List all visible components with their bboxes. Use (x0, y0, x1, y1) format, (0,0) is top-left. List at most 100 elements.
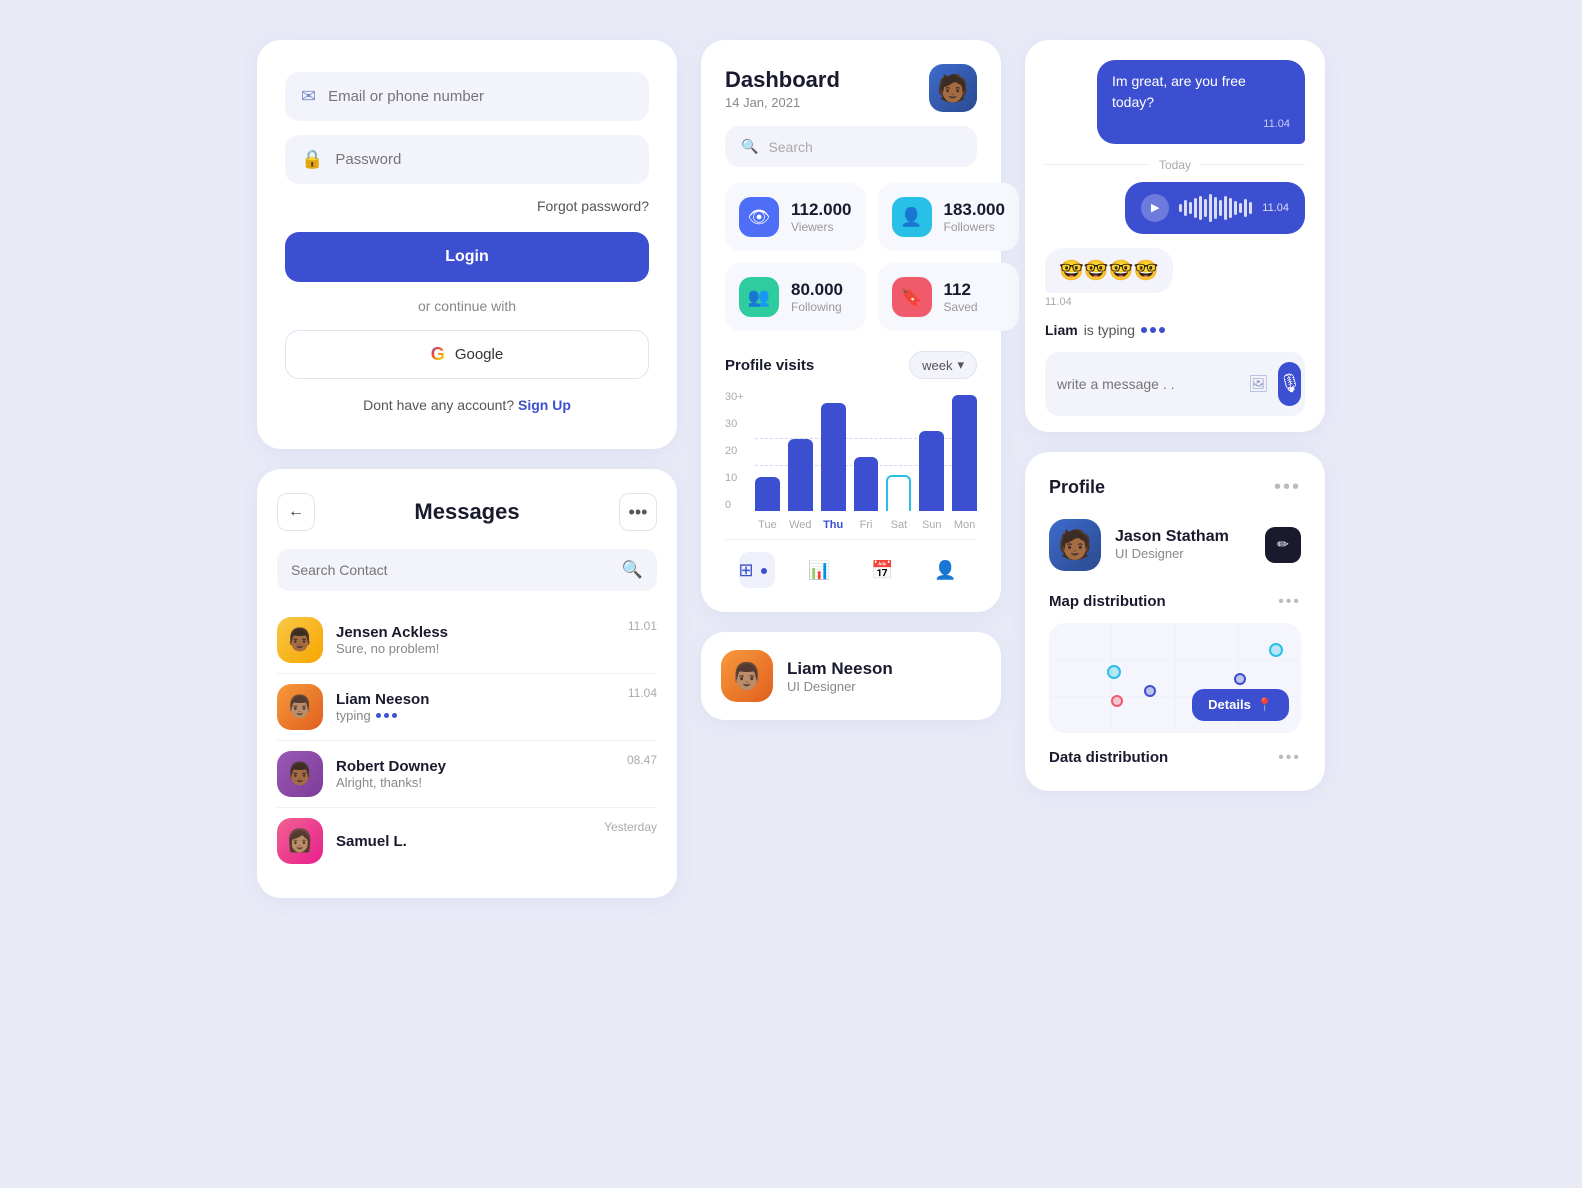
liam-role: UI Designer (787, 679, 893, 694)
week-selector[interactable]: week ▾ (909, 351, 977, 379)
voice-bubble: ▶ (1125, 182, 1305, 234)
chat-input[interactable] (1057, 376, 1238, 392)
x-axis-labels: Tue Wed Thu Fri Sat Sun Mon (755, 519, 977, 531)
y-axis-labels: 30+ 30 20 10 0 (725, 391, 744, 511)
image-button[interactable]: 🖼 (1248, 366, 1268, 402)
x-label-wed: Wed (788, 519, 813, 531)
edit-profile-button[interactable]: ✏ (1265, 527, 1301, 563)
profile-header: Profile ••• (1049, 476, 1301, 499)
dashboard-date: 14 Jan, 2021 (725, 95, 840, 110)
nav-user[interactable]: 👤 (928, 552, 964, 588)
waveform (1179, 194, 1252, 222)
play-button[interactable]: ▶ (1141, 194, 1169, 222)
login-button[interactable]: Login (285, 232, 649, 282)
profile-user: 🧑🏾 Jason Statham UI Designer ✏ (1049, 519, 1301, 571)
contact-name-liam: Liam Neeson (336, 691, 615, 708)
bar-fri-fill (854, 457, 879, 511)
chat-card: Im great, are you free today? 11.04 Toda… (1025, 40, 1325, 432)
bar-mon-fill (952, 395, 977, 511)
signup-link[interactable]: Sign Up (518, 397, 571, 413)
search-contact-bar[interactable]: 🔍 (277, 549, 657, 591)
followers-icon: 👤 (892, 197, 932, 237)
profile-user-info: Jason Statham UI Designer (1115, 528, 1251, 561)
profile-card: Profile ••• 🧑🏾 Jason Statham UI Designer… (1025, 452, 1325, 791)
followers-info: 183.000 Followers (944, 200, 1005, 234)
contact-time-robert: 08.47 (627, 751, 657, 767)
contact-avatar-jensen: 👨🏾 (277, 617, 323, 663)
nav-grid[interactable]: ⊞ (739, 552, 775, 588)
contact-samuel[interactable]: 👩🏽 Samuel L. Yesterday (277, 808, 657, 874)
bar-sat-fill (886, 475, 911, 511)
map-more-button[interactable]: ••• (1278, 593, 1301, 611)
followers-number: 183.000 (944, 200, 1005, 220)
email-field-row[interactable]: ✉ (285, 72, 649, 121)
bubble-sent-1-text: Im great, are you free today? (1112, 73, 1246, 110)
bar-sat (886, 475, 911, 511)
contact-robert[interactable]: 👨🏾 Robert Downey Alright, thanks! 08.47 (277, 741, 657, 808)
viewers-number: 112.000 (791, 200, 852, 220)
msg-voice: ▶ (1045, 182, 1305, 234)
email-input[interactable] (328, 88, 633, 105)
contact-time-liam: 11.04 (628, 684, 657, 700)
bubble-sent-1: Im great, are you free today? 11.04 (1097, 60, 1305, 144)
contact-avatar-robert: 👨🏾 (277, 751, 323, 797)
or-continue-text: or continue with (285, 298, 649, 314)
liam-info: Liam Neeson UI Designer (787, 659, 893, 694)
viewers-icon: 👁 (739, 197, 779, 237)
contact-name-jensen: Jensen Ackless (336, 624, 615, 641)
mic-button[interactable]: 🎙 (1278, 362, 1301, 406)
search-contact-input[interactable] (291, 562, 612, 578)
contact-info-jensen: Jensen Ackless Sure, no problem! (336, 624, 615, 656)
stat-followers[interactable]: 👤 183.000 Followers (878, 183, 1019, 251)
profile-more-button[interactable]: ••• (1274, 476, 1301, 499)
back-button[interactable]: ← (277, 493, 315, 531)
dashboard-search-icon: 🔍 (741, 138, 758, 155)
x-label-sun: Sun (919, 519, 944, 531)
google-button[interactable]: G Google (285, 330, 649, 379)
stat-viewers[interactable]: 👁 112.000 Viewers (725, 183, 866, 251)
dashboard-title: Dashboard (725, 67, 840, 93)
chat-messages: Im great, are you free today? 11.04 Toda… (1045, 60, 1305, 338)
following-info: 80.000 Following (791, 280, 843, 314)
profile-title: Profile (1049, 477, 1105, 498)
viewers-label: Viewers (791, 220, 852, 234)
dashboard-avatar[interactable]: 🧑🏾 (929, 64, 977, 112)
password-field-row[interactable]: 🔒 (285, 135, 649, 184)
typing-name: Liam (1045, 322, 1078, 338)
bar-mon (952, 395, 977, 511)
x-label-thu: Thu (821, 519, 846, 531)
x-label-tue: Tue (755, 519, 780, 531)
nav-chart[interactable]: 📊 (802, 552, 838, 588)
x-label-sat: Sat (886, 519, 911, 531)
more-options-button[interactable]: ••• (619, 493, 657, 531)
details-button[interactable]: Details 📍 (1192, 689, 1289, 721)
contact-time-jensen: 11.01 (628, 617, 657, 633)
saved-number: 112 (944, 280, 978, 300)
password-input[interactable] (335, 151, 633, 168)
typing-dots (376, 713, 397, 718)
chart-header: Profile visits week ▾ (725, 351, 977, 379)
dashboard-header: Dashboard 14 Jan, 2021 🧑🏾 (725, 64, 977, 112)
contact-msg-jensen: Sure, no problem! (336, 641, 615, 656)
typing-dots2 (1141, 327, 1165, 333)
bar-wed (788, 439, 813, 511)
emoji-bubble-wrapper: 🤓🤓🤓🤓 11.04 (1045, 248, 1173, 308)
contact-jensen[interactable]: 👨🏾 Jensen Ackless Sure, no problem! 11.0… (277, 607, 657, 674)
bar-sun (919, 431, 944, 511)
contact-info-liam: Liam Neeson typing (336, 691, 615, 723)
stat-following[interactable]: 👥 80.000 Following (725, 263, 866, 331)
map-dot-4 (1144, 685, 1156, 697)
data-dist-more-button[interactable]: ••• (1278, 749, 1301, 767)
chat-input-row[interactable]: 🖼 🎙 (1045, 352, 1305, 416)
stat-saved[interactable]: 🔖 112 Saved (878, 263, 1019, 331)
profile-avatar: 🧑🏾 (1049, 519, 1101, 571)
login-card: ✉ 🔒 Forgot password? Login or continue w… (257, 40, 677, 449)
emoji-bubble: 🤓🤓🤓🤓 (1045, 248, 1173, 293)
map-dot-2 (1107, 665, 1121, 679)
map-title-row: Map distribution ••• (1049, 593, 1301, 611)
contact-liam[interactable]: 👨🏽 Liam Neeson typing 11.04 (277, 674, 657, 741)
email-icon: ✉ (301, 86, 316, 107)
nav-calendar[interactable]: 📅 (865, 552, 901, 588)
dashboard-search-bar[interactable]: 🔍 Search (725, 126, 977, 167)
following-number: 80.000 (791, 280, 843, 300)
